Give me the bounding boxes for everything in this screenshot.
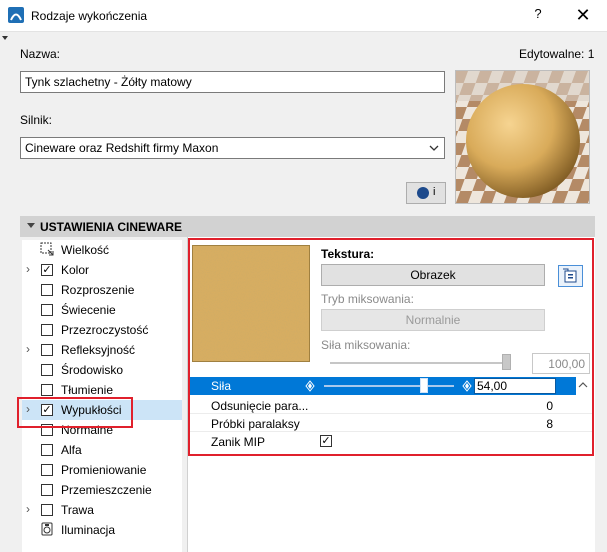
highlight-frame (188, 238, 594, 456)
info-button[interactable]: i (406, 182, 446, 204)
channel-item[interactable]: Przezroczystość (22, 320, 182, 340)
channel-checkbox[interactable] (41, 304, 53, 316)
channel-item[interactable]: Przemieszczenie (22, 480, 182, 500)
channel-label: Świecenie (61, 303, 116, 317)
channel-label: Środowisko (61, 363, 124, 377)
collapse-arrow-icon (27, 223, 35, 228)
name-label: Nazwa: (20, 47, 61, 61)
channel-label: Refleksyjność (61, 343, 136, 357)
channel-item[interactable]: Iluminacja (22, 520, 182, 540)
cineware-section-header[interactable]: USTAWIENIA CINEWARE (20, 216, 595, 237)
channel-item[interactable]: › Trawa (22, 500, 182, 520)
channel-item[interactable]: › Refleksyjność (22, 340, 182, 360)
highlight-frame (17, 397, 133, 428)
engine-label: Silnik: (20, 113, 53, 127)
expand-chevron-icon[interactable]: › (26, 262, 30, 276)
channel-item[interactable]: Wielkość (22, 240, 182, 260)
channel-checkbox[interactable] (41, 484, 53, 496)
editable-count: Edytowalne: 1 (519, 47, 595, 61)
channel-label: Alfa (61, 443, 82, 457)
channel-checkbox[interactable] (41, 464, 53, 476)
material-preview (455, 70, 590, 204)
channel-checkbox[interactable] (41, 344, 53, 356)
channel-label: Przezroczystość (61, 323, 149, 337)
engine-select-value: Cineware oraz Redshift firmy Maxon (25, 141, 219, 155)
channel-checkbox[interactable] (41, 444, 53, 456)
channel-item[interactable]: Alfa (22, 440, 182, 460)
channel-checkbox[interactable]: ✓ (41, 264, 53, 276)
cinema4d-icon (417, 187, 429, 199)
channel-label: Przemieszczenie (61, 483, 152, 497)
engine-select[interactable]: Cineware oraz Redshift firmy Maxon (20, 137, 445, 159)
channel-checkbox[interactable] (41, 384, 53, 396)
illumination-icon (41, 522, 53, 536)
chevron-down-icon (429, 145, 439, 151)
channel-checkbox[interactable] (41, 324, 53, 336)
channel-item[interactable]: › ✓ Kolor (22, 260, 182, 280)
channel-item[interactable]: Promieniowanie (22, 460, 182, 480)
title-bar: Rodzaje wykończenia ? ✕ (0, 0, 607, 32)
resize-icon (40, 242, 54, 256)
channel-label: Wielkość (61, 243, 110, 257)
channel-label: Trawa (61, 503, 94, 517)
channel-label: Rozproszenie (61, 283, 135, 297)
channel-item[interactable]: Rozproszenie (22, 280, 182, 300)
close-button[interactable]: ✕ (572, 4, 594, 26)
dropdown-marker-icon (2, 36, 8, 40)
channel-label: Promieniowanie (61, 463, 147, 477)
expand-chevron-icon[interactable]: › (26, 502, 30, 516)
archicad-app-icon (8, 7, 24, 23)
section-title: USTAWIENIA CINEWARE (40, 220, 183, 234)
expand-chevron-icon[interactable]: › (26, 342, 30, 356)
channel-label: Kolor (61, 263, 90, 277)
channel-label: Tłumienie (61, 383, 114, 397)
help-button[interactable]: ? (528, 6, 548, 26)
window-title: Rodzaje wykończenia (31, 9, 148, 23)
channel-list: Wielkość › ✓ Kolor Rozproszenie Świecenie Prze… (22, 240, 182, 552)
channel-checkbox[interactable] (41, 364, 53, 376)
channel-item[interactable]: Środowisko (22, 360, 182, 380)
name-input[interactable]: Tynk szlachetny - Żółty matowy (20, 71, 445, 93)
channel-checkbox[interactable] (41, 504, 53, 516)
channel-label: Iluminacja (61, 523, 116, 537)
channel-item[interactable]: Świecenie (22, 300, 182, 320)
info-button-label: i (433, 186, 436, 198)
channel-checkbox[interactable] (41, 284, 53, 296)
